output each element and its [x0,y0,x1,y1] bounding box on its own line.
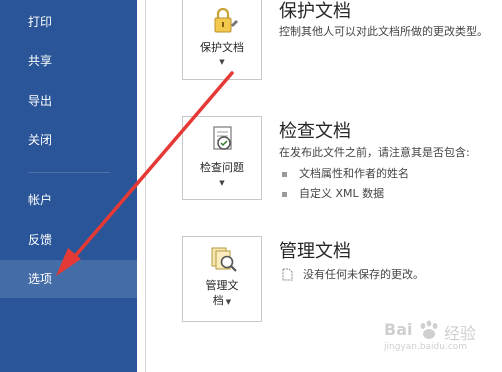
lock-icon [214,7,238,33]
protect-document-button[interactable]: 保护文档 ▼ [182,0,262,80]
manage-document-label-line1: 管理文 [205,279,239,292]
nav-item-share[interactable]: 共享 [0,42,137,80]
manage-section-desc: 没有任何未保存的更改。 [303,268,424,281]
paw-icon [420,320,438,339]
bullet-square-icon [282,171,287,177]
dropdown-caret-icon: ▼ [225,298,232,306]
dropdown-caret-icon: ▼ [219,179,225,187]
inspect-bullet-item: 文档属性和作者的姓名 [282,165,409,181]
check-issues-button[interactable]: 检查问题 ▼ [182,116,262,200]
nav-item-options[interactable]: 选项 [0,260,137,298]
nav-item-close[interactable]: 关闭 [0,121,137,159]
nav-item-export[interactable]: 导出 [0,82,137,120]
nav-item-account[interactable]: 帐户 [0,181,137,219]
baidu-watermark: Bai 经验 jingyan.baidu.com [378,316,498,368]
nav-divider [28,172,110,173]
watermark-brand: Bai [384,320,413,339]
inspect-document-icon [213,126,232,150]
content-edge [145,0,146,372]
manage-document-icon [211,247,237,272]
inspect-section-desc: 在发布此文件之前，请注意其是否包含: [279,146,470,159]
bullet-square-icon [282,191,287,197]
manage-document-button[interactable]: 管理文 档 ▼ [182,236,262,322]
manage-document-label-line2: 档 ▼ [212,294,232,307]
nav-item-feedback[interactable]: 反馈 [0,221,137,259]
nav-item-print[interactable]: 打印 [0,3,137,41]
protect-section-title: 保护文档 [279,1,351,22]
protect-section-desc: 控制其他人可以对此文档所做的更改类型。 [279,25,488,38]
dropdown-caret-icon: ▼ [219,58,225,66]
inspect-section-title: 检查文档 [279,121,351,142]
backstage-sidebar: 打印 共享 导出 关闭 帐户 反馈 选项 [0,0,137,372]
protect-document-label: 保护文档 [200,41,244,54]
inspect-bullet-item: 自定义 XML 数据 [282,185,384,201]
watermark-url: jingyan.baidu.com [384,342,468,352]
document-status-icon [282,266,293,285]
check-issues-label: 检查问题 [200,161,244,174]
manage-section-title: 管理文档 [279,241,351,262]
watermark-product: 经验 [444,324,477,343]
